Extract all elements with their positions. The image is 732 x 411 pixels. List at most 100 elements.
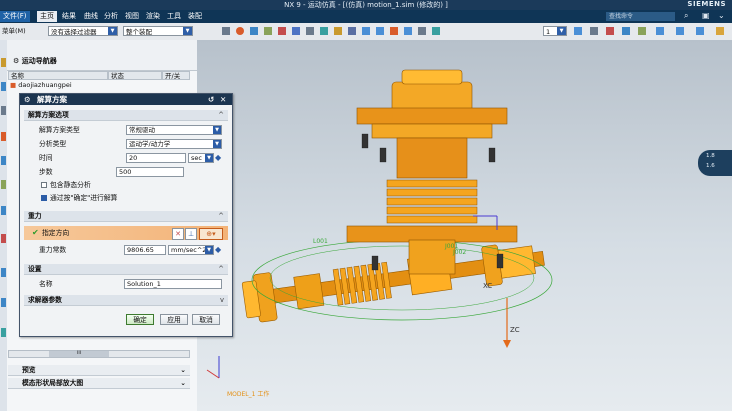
face-icon[interactable] bbox=[264, 27, 272, 35]
menu-view[interactable]: 视图 bbox=[122, 11, 142, 22]
chevron-down-icon: v bbox=[219, 296, 224, 304]
ok-button[interactable]: 确定 bbox=[126, 314, 154, 325]
plus-icon[interactable] bbox=[404, 27, 412, 35]
circle-icon[interactable] bbox=[390, 27, 398, 35]
shade-icon[interactable] bbox=[638, 27, 646, 35]
chevron-down-icon[interactable]: ⌄ bbox=[718, 11, 725, 20]
roles-icon[interactable] bbox=[1, 206, 6, 215]
specify-direction-row[interactable]: ✔ 指定方向 ✕ ⊥ ⊕▾ bbox=[24, 226, 228, 240]
solution-type-label: 解算方案类型 bbox=[39, 126, 80, 134]
window-restore-icon[interactable]: ▣ bbox=[702, 11, 710, 20]
type-filter-select[interactable]: 没有选择过滤器 ▼ bbox=[48, 26, 118, 36]
point-icon[interactable] bbox=[236, 27, 244, 35]
more-icon[interactable] bbox=[716, 27, 724, 35]
housing bbox=[346, 69, 518, 275]
section-solver-params[interactable]: 求解器参数 v bbox=[24, 295, 228, 306]
apply-button[interactable]: 应用 bbox=[160, 314, 188, 325]
view-icon[interactable] bbox=[656, 27, 664, 35]
work-layer-icon[interactable] bbox=[574, 27, 582, 35]
gear-icon[interactable]: ⚙ bbox=[24, 94, 31, 105]
system-icon[interactable] bbox=[1, 328, 6, 337]
mode-shape-panel[interactable]: 模态形状局部放大图 ⌄ bbox=[8, 378, 190, 389]
menu-assembly[interactable]: 装配 bbox=[185, 11, 205, 22]
assembly-nav-icon[interactable] bbox=[1, 58, 6, 67]
reuse-icon[interactable] bbox=[1, 298, 6, 307]
history-icon[interactable] bbox=[1, 106, 6, 115]
line-icon[interactable] bbox=[362, 27, 370, 35]
render-icon[interactable] bbox=[622, 27, 630, 35]
datum-icon[interactable] bbox=[348, 27, 356, 35]
tangent-icon[interactable] bbox=[418, 27, 426, 35]
palette-icon[interactable] bbox=[1, 180, 6, 189]
menu-results[interactable]: 结果 bbox=[59, 11, 79, 22]
close-icon[interactable]: ✕ bbox=[220, 94, 226, 105]
analysis-type-label: 分析类型 bbox=[39, 140, 67, 148]
vector-dialog-dropdown[interactable]: ⊕▾ bbox=[199, 228, 223, 240]
steps-input[interactable]: 500 bbox=[116, 167, 184, 177]
tree-item-root[interactable]: ■ daojiazhuangpei bbox=[10, 81, 72, 90]
layer-settings-icon[interactable] bbox=[590, 27, 598, 35]
menu-file[interactable]: 文件(F) bbox=[0, 11, 30, 22]
solution-dialog: ⚙ 解算方案 ↺ ✕ 解算方案选项 ^ 解算方案类型 常规驱动 ▼ 分析类型 运… bbox=[19, 93, 233, 337]
search-icon[interactable]: ⌕ bbox=[684, 11, 688, 21]
view-triad-pill[interactable]: 1.8 1.6 bbox=[698, 150, 732, 176]
orient-icon[interactable] bbox=[676, 27, 684, 35]
solve-on-ok-checkbox[interactable] bbox=[41, 195, 47, 201]
info-icon[interactable] bbox=[1, 268, 6, 277]
cancel-button[interactable]: 取消 bbox=[192, 314, 220, 325]
preview-panel[interactable]: 预览 ⌄ bbox=[8, 365, 190, 376]
layer-select[interactable]: 1 ▼ bbox=[543, 26, 567, 36]
menu-home[interactable]: 主页 bbox=[37, 11, 57, 22]
sim-icon[interactable] bbox=[1, 234, 6, 243]
arc-icon[interactable] bbox=[376, 27, 384, 35]
solution-name-input[interactable]: Solution_1 bbox=[124, 279, 222, 289]
dialog-title-bar[interactable]: ⚙ 解算方案 ↺ ✕ bbox=[20, 94, 232, 105]
snap-icon[interactable] bbox=[222, 27, 230, 35]
section-solution-options[interactable]: 解算方案选项 ^ bbox=[24, 110, 228, 121]
expression-icon[interactable]: ◆ bbox=[215, 153, 221, 163]
snap-point-icon[interactable] bbox=[432, 27, 440, 35]
vector-icon[interactable]: ⊥ bbox=[185, 228, 197, 240]
edge-icon[interactable] bbox=[292, 27, 300, 35]
selection-scope-select[interactable]: 整个装配 ▼ bbox=[123, 26, 193, 36]
graphics-viewport[interactable]: L001 J001 J002 XC ZC MODEL_1 工作 bbox=[197, 40, 732, 411]
time-unit-select[interactable]: sec ▼ bbox=[188, 153, 214, 163]
web-icon[interactable] bbox=[1, 156, 6, 165]
curve-icon[interactable] bbox=[250, 27, 258, 35]
menu-button[interactable]: 菜单(M) bbox=[2, 26, 26, 36]
analysis-type-select[interactable]: 运动学/动力学 ▼ bbox=[126, 139, 222, 149]
scroll-thumb[interactable]: III bbox=[49, 351, 109, 357]
time-input[interactable]: 20 bbox=[126, 153, 186, 163]
reset-icon[interactable]: ↺ bbox=[208, 94, 214, 105]
dialog-title: 解算方案 bbox=[37, 95, 67, 104]
command-search-input[interactable]: 查找命令 bbox=[606, 12, 675, 21]
gravity-constant-input[interactable]: 9806.65 bbox=[124, 245, 166, 255]
component-icon[interactable] bbox=[320, 27, 328, 35]
color-icon[interactable] bbox=[606, 27, 614, 35]
feature-icon[interactable] bbox=[306, 27, 314, 35]
menu-curve[interactable]: 曲线 bbox=[81, 11, 101, 22]
static-analysis-checkbox[interactable] bbox=[41, 182, 47, 188]
shaft-assembly bbox=[241, 244, 545, 323]
body-icon[interactable] bbox=[278, 27, 286, 35]
solution-type-select[interactable]: 常规驱动 ▼ bbox=[126, 125, 222, 135]
motion-nav-icon[interactable] bbox=[1, 132, 6, 141]
menu-bar: 文件(F) 主页 结果 曲线 分析 视图 渲染 工具 装配 查找命令 ⌕ ▣ ⌄ bbox=[0, 10, 732, 23]
gravity-unit-select[interactable]: mm/sec^2 ▼ bbox=[168, 245, 214, 255]
menu-tools[interactable]: 工具 bbox=[164, 11, 184, 22]
horizontal-scrollbar[interactable]: III bbox=[8, 350, 190, 358]
part-nav-icon[interactable] bbox=[1, 82, 6, 91]
menu-analysis[interactable]: 分析 bbox=[101, 11, 121, 22]
reverse-direction-icon[interactable]: ✕ bbox=[172, 228, 184, 240]
column-name[interactable]: 名称 bbox=[8, 71, 108, 80]
sketch-icon[interactable] bbox=[334, 27, 342, 35]
section-settings[interactable]: 设置 ^ bbox=[24, 264, 228, 275]
specify-direction-label: 指定方向 bbox=[42, 229, 70, 237]
section-gravity[interactable]: 重力 ^ bbox=[24, 211, 228, 222]
menu-render[interactable]: 渲染 bbox=[143, 11, 163, 22]
expression-icon[interactable]: ◆ bbox=[215, 245, 221, 255]
zoom-icon[interactable] bbox=[696, 27, 704, 35]
column-onoff[interactable]: 开/关 bbox=[162, 71, 190, 80]
settings-icon[interactable]: ⚙ bbox=[13, 57, 19, 65]
column-status[interactable]: 状态 bbox=[108, 71, 162, 80]
